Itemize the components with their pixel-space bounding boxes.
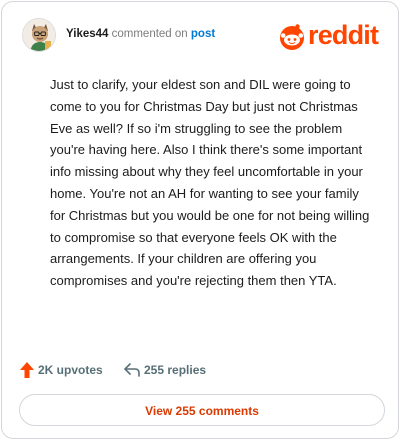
reddit-logo[interactable]: reddit (278, 18, 386, 54)
view-comments-button[interactable]: View 255 comments (19, 394, 385, 426)
reddit-wordmark: reddit (308, 20, 379, 50)
user-avatar-icon[interactable] (22, 18, 56, 52)
comment-actions: 2K upvotes 255 replies (20, 360, 320, 380)
post-link[interactable]: post (191, 28, 215, 40)
upvote-count: 2K upvotes (38, 363, 103, 377)
card-header: Yikes44 commented on post reddit (22, 18, 386, 54)
byline: Yikes44 commented on post (66, 27, 215, 41)
reply-arrow-icon (124, 363, 140, 377)
replies-button[interactable]: 255 replies (124, 360, 244, 380)
byline-verb: commented on (111, 28, 188, 40)
upvote-arrow-icon (20, 362, 34, 378)
view-comments-label: View 255 comments (145, 404, 259, 418)
upvote-button[interactable]: 2K upvotes (20, 360, 120, 380)
username-link[interactable]: Yikes44 (66, 28, 108, 40)
reddit-snoo-icon (280, 24, 304, 50)
reply-count: 255 replies (144, 363, 207, 377)
comment-card: Yikes44 commented on post reddit Just to… (1, 1, 399, 439)
comment-body: Just to clarify, your eldest son and DIL… (50, 77, 370, 289)
